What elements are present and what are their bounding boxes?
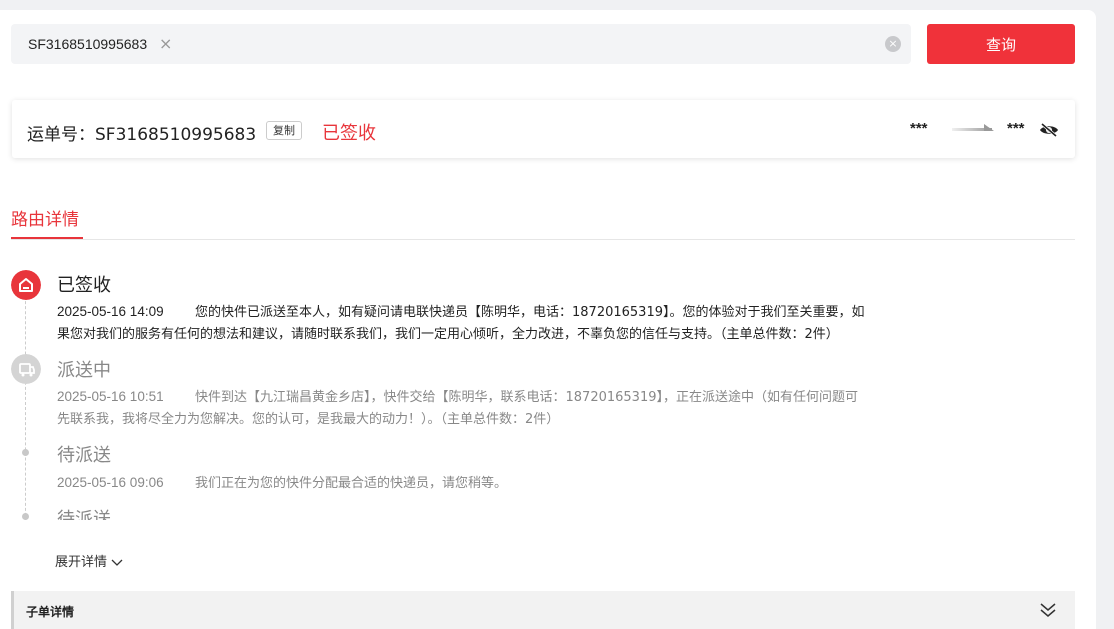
route-arrow-icon	[952, 124, 994, 131]
timeline-desc-line: 快件到达【九江瑞昌黄金乡店】，快件交给【陈明华，联系电话：18720165319…	[195, 390, 858, 405]
timeline-title: 待派送	[57, 445, 111, 466]
delivery-truck-icon	[11, 354, 41, 384]
waybill-number: 运单号：SF3168510995683	[27, 125, 257, 145]
route-destination: ***	[1007, 120, 1025, 137]
timeline-desc-line: 我们正在为您的快件分配最合适的快递员，请您稍等。	[195, 476, 508, 491]
route-timeline: 已签收 2025-05-16 14:09 您的快件已派送至本人，如有疑问请电联快递…	[0, 258, 1096, 520]
timeline-desc: 2025-05-16 14:09 您的快件已派送至本人，如有疑问请电联快递员【陈明…	[57, 301, 922, 346]
timeline-title: 待派送	[57, 509, 111, 520]
timeline-desc-line: 您的快件已派送至本人，如有疑问请电联快递员【陈明华，电话：18720165319…	[195, 305, 865, 320]
timeline-desc-line: 果您对我们的服务有任何的想法和建议，请随时联系我们，我们一定用心倾听，全力改进，…	[57, 327, 839, 342]
chevron-down-icon	[111, 559, 123, 566]
search-tag-value: SF3168510995683	[28, 36, 148, 52]
timeline-desc: 2025-05-16 10:51 快件到达【九江瑞昌黄金乡店】，快件交给【陈明华，…	[57, 386, 922, 431]
query-button[interactable]: 查询	[927, 24, 1075, 64]
sub-order-bar[interactable]: 子单详情	[11, 591, 1075, 629]
timeline-dot	[22, 513, 29, 520]
timeline-title: 已签收	[57, 275, 111, 296]
timeline-time: 2025-05-16 09:06	[57, 475, 164, 490]
double-chevron-down-icon[interactable]	[1039, 601, 1057, 619]
tab-route-details[interactable]: 路由详情	[11, 205, 79, 230]
copy-button[interactable]: 复制	[266, 121, 302, 140]
timeline-line	[25, 286, 26, 520]
home-icon	[11, 270, 41, 300]
waybill-card: 运单号：SF3168510995683 复制 已签收 *** ***	[12, 100, 1075, 158]
timeline-time: 2025-05-16 14:09	[57, 304, 164, 319]
tag-remove-icon[interactable]: ×	[159, 34, 172, 53]
expand-details-button[interactable]: 展开详情	[55, 551, 123, 570]
clear-icon[interactable]: ×	[885, 36, 901, 52]
expand-label: 展开详情	[55, 555, 108, 570]
status-badge: 已签收	[322, 123, 376, 144]
timeline-time: 2025-05-16 10:51	[57, 389, 164, 404]
search-input[interactable]: SF3168510995683 × ×	[11, 24, 911, 64]
timeline-desc-line: 先联系我，我将尽全力为您解决。您的认可，是我最大的动力！）。（主单总件数：2件）	[57, 412, 560, 427]
tab-divider	[11, 239, 1075, 240]
timeline-title: 派送中	[57, 360, 111, 381]
timeline-dot	[22, 449, 29, 456]
route-origin: ***	[910, 120, 928, 137]
timeline-desc: 2025-05-16 09:06 我们正在为您的快件分配最合适的快递员，请您稍等。	[57, 472, 922, 495]
sub-order-title: 子单详情	[26, 605, 75, 619]
eye-off-icon[interactable]	[1039, 122, 1059, 138]
